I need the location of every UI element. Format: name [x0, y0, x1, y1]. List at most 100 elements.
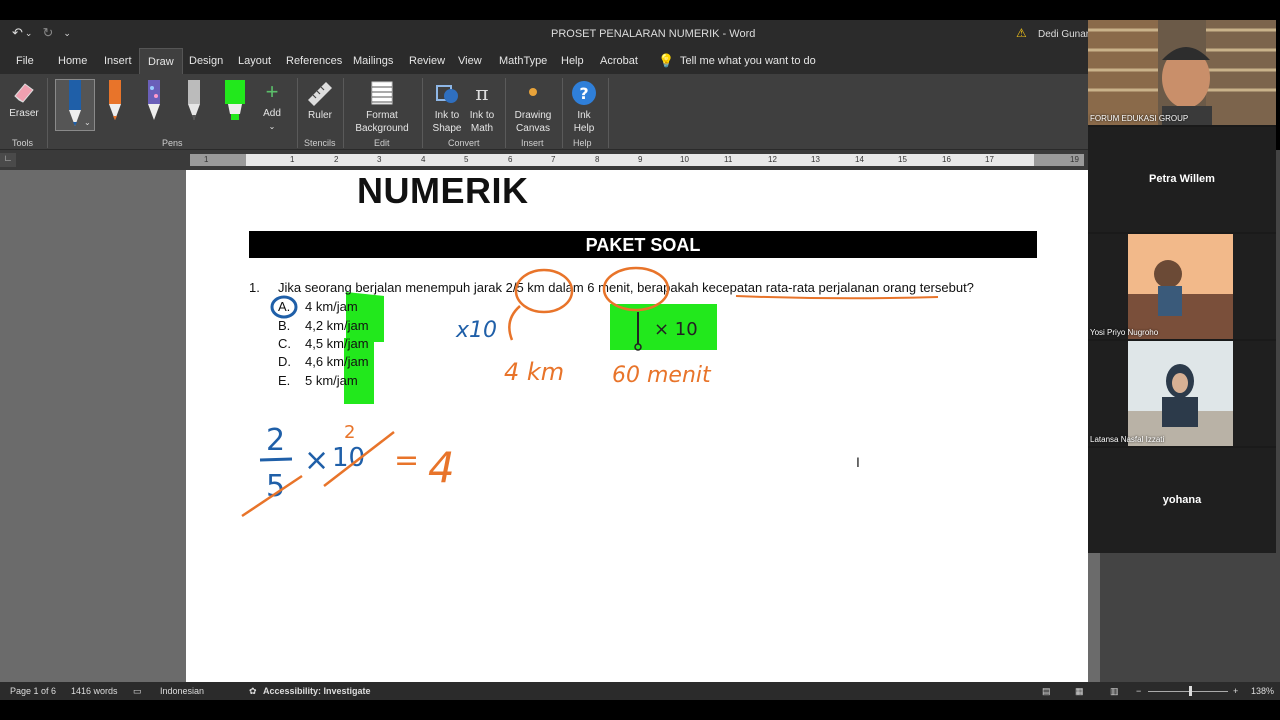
status-bar: Page 1 of 6 1416 words ▭ Indonesian ✿ Ac… [0, 682, 1280, 700]
customize-qat-icon[interactable]: ⌄ [63, 28, 71, 41]
tab-view[interactable]: View [458, 55, 482, 67]
print-layout-icon[interactable]: ▦ [1075, 686, 1084, 697]
participant-tile[interactable]: Yosi Priyo Nugroho [1088, 234, 1276, 339]
ruler-tick: 16 [942, 155, 951, 164]
ruler-tick: 1 [290, 155, 295, 164]
tab-insert[interactable]: Insert [104, 55, 132, 67]
participant-tile[interactable]: Latansa Nasfal Izzati [1088, 341, 1276, 446]
separator [47, 78, 48, 148]
ruler-tick: 14 [855, 155, 864, 164]
tell-me-search[interactable]: Tell me what you want to do [680, 55, 816, 67]
group-tools-label: Tools [12, 138, 34, 148]
participant-tile[interactable]: Petra Willem [1088, 127, 1276, 232]
ink-to-shape-button[interactable]: Ink to Shape [428, 80, 466, 135]
tab-mathtype[interactable]: MathType [499, 55, 547, 67]
separator [343, 78, 344, 148]
ruler-tick: 7 [551, 155, 556, 164]
format-background-button[interactable]: Format Background [348, 80, 416, 135]
zoom-level[interactable]: 138% [1251, 686, 1274, 696]
lightbulb-icon: 💡 [658, 53, 675, 68]
participant-name: Petra Willem [1149, 173, 1215, 185]
add-pen-button[interactable]: + Add ⌄ [258, 80, 286, 133]
warning-icon[interactable]: ⚠ [1016, 26, 1027, 40]
ink-text-times-ten: × 10 [654, 319, 698, 340]
answer-circle [270, 295, 298, 319]
participant-tile[interactable]: FORUM EDUKASI GROUP [1088, 20, 1276, 125]
ruler-tick: 4 [421, 155, 426, 164]
separator [505, 78, 506, 148]
zoom-out-icon[interactable]: − [1136, 686, 1141, 696]
ruler-tick: 1 [204, 155, 209, 164]
quick-access-toolbar: ↶ ⌄ ↻ ⌄ [12, 25, 71, 41]
word-count[interactable]: 1416 words [71, 686, 118, 696]
ruler-icon [308, 82, 332, 106]
zoom-slider-thumb[interactable] [1189, 686, 1192, 696]
plus-icon: + [265, 79, 279, 104]
separator [608, 78, 609, 148]
drawing-canvas-button[interactable]: Drawing Canvas [511, 80, 555, 135]
group-stencils-label: Stencils [304, 138, 336, 148]
ink-layer: x10 × 10 4 km 60 menit 2 5 × 10 2 = 4 [241, 266, 939, 518]
eraser-button[interactable]: Eraser [6, 80, 42, 120]
web-layout-icon[interactable]: ▥ [1110, 686, 1119, 697]
ruler-tick: 3 [377, 155, 382, 164]
ink-times: × [304, 443, 329, 478]
window-title: PROSET PENALARAN NUMERIK - Word [551, 28, 756, 40]
redo-icon[interactable]: ↻ [42, 25, 53, 41]
ink-help-button[interactable]: ? Ink Help [568, 80, 600, 135]
read-mode-icon[interactable]: ▤ [1042, 686, 1051, 697]
language[interactable]: Indonesian [160, 686, 204, 696]
tab-acrobat[interactable]: Acrobat [600, 55, 638, 67]
pen-orange-icon[interactable] [103, 80, 127, 124]
page-count[interactable]: Page 1 of 6 [10, 686, 56, 696]
pen-dropdown-icon[interactable]: ⌄ [84, 118, 91, 127]
text-cursor-icon: I [856, 454, 860, 470]
pen-galaxy-icon[interactable] [142, 80, 166, 124]
zoom-slider[interactable] [1148, 691, 1228, 692]
ruler-tick: 10 [680, 155, 689, 164]
zoom-in-icon[interactable]: + [1233, 686, 1238, 696]
ink-result: 4 [428, 443, 455, 492]
help-icon: ? [572, 81, 596, 105]
tab-review[interactable]: Review [409, 55, 445, 67]
tab-references[interactable]: References [286, 55, 342, 67]
tab-home[interactable]: Home [58, 55, 87, 67]
separator [562, 78, 563, 148]
participant-video [1128, 341, 1233, 446]
accessibility-icon[interactable]: ✿ [249, 686, 257, 697]
ruler-tick: 2 [334, 155, 339, 164]
tab-draw[interactable]: Draw [139, 48, 183, 74]
proofing-icon[interactable]: ▭ [133, 686, 142, 697]
background-grid-icon [371, 81, 393, 105]
ink-fraction-numerator: 2 [266, 423, 285, 458]
accessibility-status[interactable]: Accessibility: Investigate [263, 686, 371, 696]
pi-icon: π [475, 81, 489, 105]
tab-help[interactable]: Help [561, 55, 584, 67]
ruler-button[interactable]: Ruler [303, 80, 337, 122]
ruler-tick: 12 [768, 155, 777, 164]
ruler-tick: 6 [508, 155, 513, 164]
group-help-label: Help [573, 138, 592, 148]
tab-design[interactable]: Design [189, 55, 223, 67]
undo-icon[interactable]: ↶ [12, 25, 23, 41]
highlighter-green-icon[interactable] [222, 80, 248, 124]
document-page[interactable]: NUMERIK PAKET SOAL 1. Jika seorang berja… [186, 170, 1088, 682]
eraser-icon [14, 83, 34, 103]
tab-layout[interactable]: Layout [238, 55, 271, 67]
ink-to-math-button[interactable]: π Ink to Math [466, 80, 498, 135]
participant-name: Latansa Nasfal Izzati [1090, 435, 1165, 444]
pencil-icon[interactable] [182, 80, 206, 124]
tab-selector[interactable]: ∟ [0, 153, 16, 167]
ink-text-60-menit: 60 menit [612, 363, 712, 388]
ink-small-two: 2 [344, 422, 355, 443]
horizontal-ruler[interactable]: 1 1 2 3 4 5 6 7 8 9 10 11 12 13 14 15 16… [190, 154, 1084, 166]
tab-file[interactable]: File [16, 55, 34, 67]
ruler-tick: 5 [464, 155, 469, 164]
draw-ribbon: Eraser Tools ⌄ + Add ⌄ Pens Ruler Stenci… [0, 74, 1088, 150]
tab-mailings[interactable]: Mailings [353, 55, 393, 67]
svg-text:?: ? [579, 84, 588, 103]
participant-tile[interactable]: yohana [1088, 448, 1276, 553]
undo-dropdown-icon[interactable]: ⌄ [25, 28, 33, 41]
drawing-canvas-icon [529, 88, 537, 96]
ribbon-tabs: File Home Insert Draw Design Layout Refe… [0, 48, 1088, 74]
